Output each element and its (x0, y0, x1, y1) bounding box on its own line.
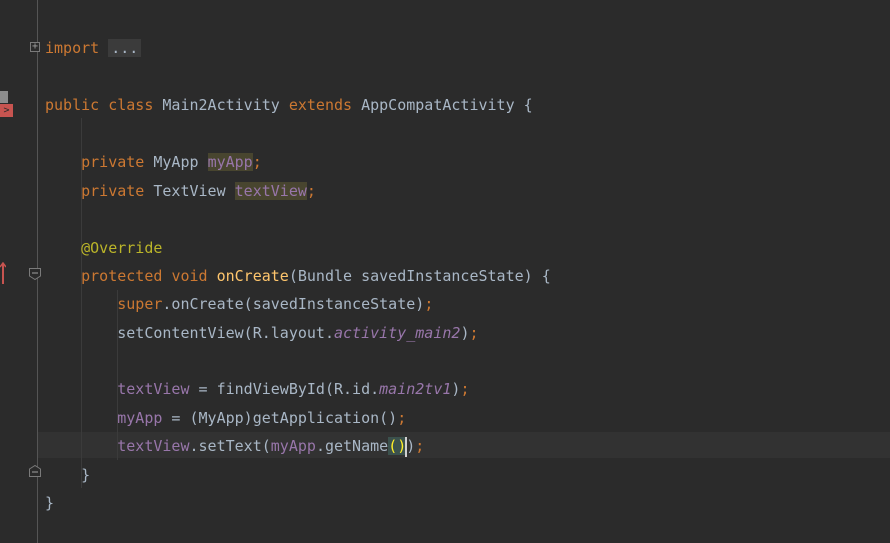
minus-box-icon[interactable] (29, 268, 41, 280)
constant: main2tv1 (379, 380, 452, 398)
call-text: = findViewById(R.id. (189, 380, 380, 398)
semicolon: ; (460, 380, 470, 398)
call-text: setContentView(R.layout. (117, 324, 334, 342)
semicolon: ; (469, 324, 479, 342)
method-name: onCreate (216, 267, 289, 285)
keyword: class (108, 96, 154, 114)
code-line-class-decl: public class Main2Activity extends AppCo… (45, 93, 533, 117)
run-arrow-icon[interactable]: > (0, 104, 13, 117)
plus-box-icon[interactable]: + (30, 42, 40, 52)
semicolon: ; (424, 295, 434, 313)
type-name: MyApp (153, 153, 199, 171)
code-area[interactable]: import ... public class Main2Activity ex… (45, 0, 890, 543)
call-text: .setText( (189, 437, 271, 455)
code-line-field-myapp: private MyApp myApp; (45, 150, 262, 174)
semicolon: ; (306, 182, 316, 200)
open-brace: { (541, 267, 551, 285)
field-name: textView (234, 182, 307, 200)
editor-gutter[interactable]: + > (0, 0, 41, 543)
code-line-method-decl: protected void onCreate(Bundle savedInst… (45, 264, 551, 288)
annotation: @Override (81, 239, 163, 257)
keyword: private (81, 182, 145, 200)
matched-paren: ( (388, 437, 398, 455)
keyword: import (45, 39, 100, 57)
call-text: .getName (315, 437, 389, 455)
code-line-class-close: } (45, 491, 54, 515)
field-ref: myApp (270, 437, 316, 455)
code-line-find-view: textView = findViewById(R.id.main2tv1); (45, 377, 469, 401)
keyword: protected (81, 267, 163, 285)
close-brace: } (45, 494, 55, 512)
code-editor[interactable]: + > import ... public class Main2Activit… (0, 0, 890, 543)
keyword: super (117, 295, 163, 313)
field-ref: textView (117, 437, 190, 455)
call-text: .onCreate(savedInstanceState) (162, 295, 425, 313)
field-ref: textView (117, 380, 190, 398)
code-line-super-call: super.onCreate(savedInstanceState); (45, 292, 433, 316)
class-name: Main2Activity (162, 96, 280, 114)
semicolon: ; (252, 153, 262, 171)
keyword: public (45, 96, 100, 114)
semicolon: ; (397, 409, 407, 427)
field-ref: myApp (117, 409, 163, 427)
code-line-field-textview: private TextView textView; (45, 179, 316, 203)
code-line-set-content-view: setContentView(R.layout.activity_main2); (45, 321, 479, 345)
parent-class: AppCompatActivity (361, 96, 515, 114)
code-line-set-text: textView.setText(myApp.getName()); (45, 434, 424, 458)
call-text: ) (406, 437, 416, 455)
keyword: void (171, 267, 208, 285)
method-params: (Bundle savedInstanceState) (288, 267, 533, 285)
code-line-method-close: } (45, 463, 90, 487)
semicolon: ; (415, 437, 425, 455)
bookmark-marker-icon (0, 91, 8, 103)
call-text: = (MyApp)getApplication() (162, 409, 398, 427)
code-line-get-application: myApp = (MyApp)getApplication(); (45, 406, 406, 430)
keyword: extends (288, 96, 353, 114)
open-brace: { (523, 96, 533, 114)
keyword: private (81, 153, 145, 171)
minus-box-icon[interactable] (29, 465, 41, 477)
override-up-arrow-icon[interactable] (0, 262, 6, 284)
code-line-import: import ... (45, 36, 142, 60)
close-brace: } (81, 466, 91, 484)
type-name: TextView (153, 182, 226, 200)
code-line-annotation: @Override (45, 236, 162, 260)
constant: activity_main2 (334, 324, 461, 342)
field-name: myApp (207, 153, 253, 171)
folded-imports[interactable]: ... (108, 39, 142, 57)
